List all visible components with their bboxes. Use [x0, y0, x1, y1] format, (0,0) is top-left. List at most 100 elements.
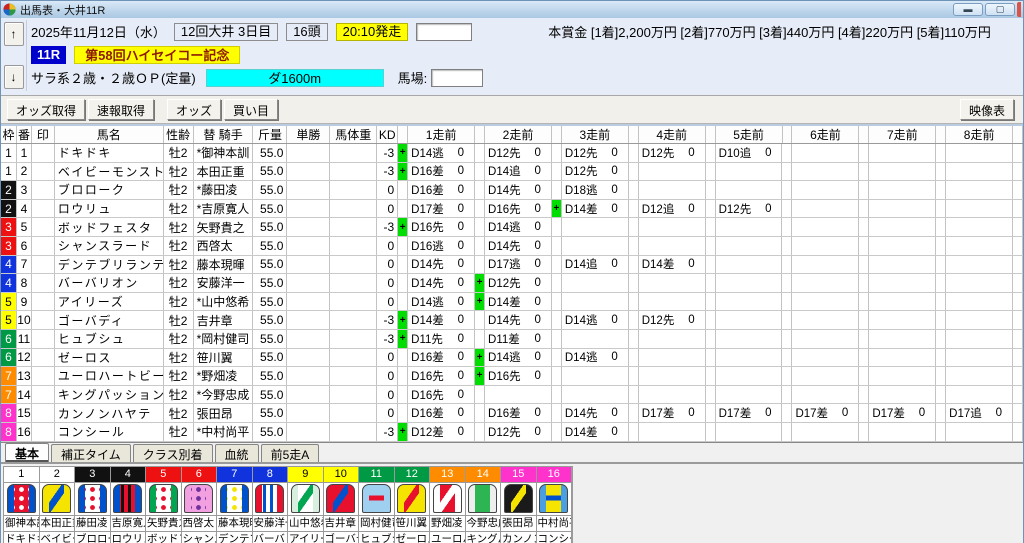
plus-marker-cell: [398, 367, 408, 385]
past-race-cell: [869, 386, 936, 404]
tab-基本[interactable]: 基本: [5, 443, 49, 462]
weight-cell: 55.0: [253, 330, 287, 348]
sex-age-cell: 牡2: [164, 293, 194, 311]
jockey-cell: 藤本現暉: [194, 256, 254, 274]
horse-row[interactable]: 35ボッドフェスタ牡2矢野貴之55.0-3+D16先0D14逃0: [1, 218, 1023, 237]
plus-marker-cell: [859, 237, 869, 255]
horse-number-cell: 15: [17, 404, 32, 422]
race-number-badge: 11R: [31, 46, 66, 64]
plus-marker-cell: [782, 367, 792, 385]
horse-row[interactable]: 611ヒュブシュ牡2*岡村健司55.0-3+D11先0D11差0: [1, 330, 1023, 349]
horse-name-cell: バーバリオン: [55, 274, 164, 292]
horse-row[interactable]: 23ブロローク牡2*藤田凌55.00D16差0D14先0D18逃0: [1, 181, 1023, 200]
silk-column[interactable]: 7藤本現暉デンテブリランテ: [217, 467, 253, 543]
plus-marker-cell: +: [398, 311, 408, 329]
plus-marker-cell: [475, 163, 485, 181]
silk-column[interactable]: 1御神本訓ドキドキ: [4, 467, 40, 543]
silk-column[interactable]: 5矢野貴之ボッドフェスタ: [146, 467, 182, 543]
past-race-cell: [946, 256, 1013, 274]
horse-number-cell: 11: [17, 330, 32, 348]
plus-marker-cell: [782, 349, 792, 367]
tab-補正タイム[interactable]: 補正タイム: [51, 444, 131, 462]
past-race-cell: D12差0: [408, 423, 475, 441]
plus-marker-cell: [1013, 330, 1023, 348]
past-race-cell: [946, 218, 1013, 236]
distance-badge: ダ1600m: [206, 69, 384, 87]
column-header: 馬名: [55, 126, 164, 143]
tab-クラス別着[interactable]: クラス別着: [133, 444, 213, 462]
horse-row[interactable]: 47デンテブリランテ牡2藤本現暉55.00D14先0D17逃0D14追0D14差…: [1, 256, 1023, 275]
kd-cell: 0: [377, 404, 398, 422]
silk-column[interactable]: 10吉井章ゴーバディ: [324, 467, 360, 543]
tab-前5走A[interactable]: 前5走A: [261, 444, 320, 462]
next-race-button[interactable]: ↓: [4, 65, 24, 89]
silk-column[interactable]: 9山中悠希アイリーズ: [288, 467, 324, 543]
silk-column[interactable]: 14今野忠成キングパッション: [466, 467, 502, 543]
prev-race-button[interactable]: ↑: [4, 22, 24, 46]
past-race-cell: [869, 163, 936, 181]
silk-column[interactable]: 16中村尚平コンシール: [537, 467, 573, 543]
jockey-cell: *今野忠成: [194, 386, 254, 404]
plus-marker-cell: [552, 330, 562, 348]
past-race-cell: [946, 423, 1013, 441]
video-button[interactable]: 映像表: [960, 99, 1014, 120]
silk-column[interactable]: 3藤田凌ブロローク: [75, 467, 111, 543]
horse-row[interactable]: 815カンノンハヤテ牡2張田昂55.00D16差0D16差0D14先0D17差0…: [1, 404, 1023, 423]
silk-horse-number: 6: [182, 467, 217, 483]
tab-血統[interactable]: 血統: [215, 444, 259, 462]
kaime-button[interactable]: 買い目: [224, 99, 278, 120]
jockey-cell: 吉井章: [194, 311, 254, 329]
silk-horse-number: 15: [501, 467, 536, 483]
horse-row[interactable]: 59アイリーズ牡2*山中悠希55.00D14逃0+D14差0: [1, 293, 1023, 312]
plus-marker-cell: [859, 386, 869, 404]
frame-number-cell: 5: [1, 293, 17, 311]
maximize-button[interactable]: ▢: [985, 3, 1015, 16]
silk-column[interactable]: 12笹川翼ゼーロス: [395, 467, 431, 543]
plus-marker-cell: [936, 330, 946, 348]
plus-marker-cell: [782, 163, 792, 181]
horse-row[interactable]: 48バーバリオン牡2安藤洋一55.00D14先0+D12先0: [1, 274, 1023, 293]
past-race-cell: [792, 200, 859, 218]
past-race-cell: [639, 163, 706, 181]
plus-marker-cell: [782, 274, 792, 292]
horse-row[interactable]: 714キングパッション牡2*今野忠成55.00D16先0: [1, 386, 1023, 405]
silk-column[interactable]: 13野畑凌ユーロハートビート: [430, 467, 466, 543]
silk-horse-number: 3: [75, 467, 110, 483]
minimize-button[interactable]: ▬: [953, 3, 983, 16]
silk-column[interactable]: 2本田正重ベイビーモンストル: [40, 467, 76, 543]
plus-marker-cell: [706, 181, 716, 199]
silk-column[interactable]: 8安藤洋一バーバリオン: [253, 467, 289, 543]
silk-column[interactable]: 15張田昂カンノンハヤテ: [501, 467, 537, 543]
silk-column[interactable]: 6西啓太シャンスラード: [182, 467, 218, 543]
past-race-cell: D16先0: [408, 218, 475, 236]
past-race-cell: [716, 386, 783, 404]
plus-marker-cell: [1013, 386, 1023, 404]
horse-row[interactable]: 510ゴーバディ牡2吉井章55.0-3+D14差0D14先0D14逃0D12先0: [1, 311, 1023, 330]
horse-row[interactable]: 11ドキドキ牡2*御神本訓55.0-3+D14逃0D12先0D12先0D12先0…: [1, 144, 1023, 163]
horse-row[interactable]: 36シャンスラード牡2西啓太55.00D16逃0D14先0: [1, 237, 1023, 256]
plus-marker-cell: [629, 274, 639, 292]
start-note-input[interactable]: [416, 23, 472, 41]
plus-marker-cell: [1013, 144, 1023, 162]
odds-button[interactable]: オッズ: [167, 99, 221, 120]
horse-row[interactable]: 713ユーロハートビート牡2*野畑凌55.00D16先0+D16先0: [1, 367, 1023, 386]
silk-column[interactable]: 11岡村健司ヒュブシュ: [359, 467, 395, 543]
past-race-cell: D12先0: [716, 200, 783, 218]
horse-row[interactable]: 612ゼーロス牡2笹川翼55.00D16差0+D14逃0D14逃0: [1, 349, 1023, 368]
close-button[interactable]: [1017, 2, 1021, 17]
horse-row[interactable]: 12ベイビーモンストル牡2本田正重55.0-3+D16差0D14追0D12先0: [1, 163, 1023, 182]
past-race-cell: [869, 274, 936, 292]
frame-number-cell: 2: [1, 200, 17, 218]
odds-fetch-button[interactable]: オッズ取得: [7, 99, 85, 120]
horse-row[interactable]: 24ロウリュ牡2*吉原寛人55.00D17差0D16先0+D14差0D12追0D…: [1, 200, 1023, 219]
plus-marker-cell: [398, 237, 408, 255]
silk-column[interactable]: 4吉原寛人ロウリュ: [111, 467, 147, 543]
toolbar: オッズ取得 速報取得 オッズ 買い目 映像表: [1, 96, 1023, 124]
past-race-cell: [562, 367, 629, 385]
track-condition-input[interactable]: [431, 69, 483, 87]
past-race-cell: [792, 330, 859, 348]
past-race-cell: D17差0: [408, 200, 475, 218]
horse-row[interactable]: 816コンシール牡2*中村尚平55.0-3+D12差0D12先0D14差0: [1, 423, 1023, 442]
past-race-cell: [946, 181, 1013, 199]
flash-fetch-button[interactable]: 速報取得: [88, 99, 154, 120]
